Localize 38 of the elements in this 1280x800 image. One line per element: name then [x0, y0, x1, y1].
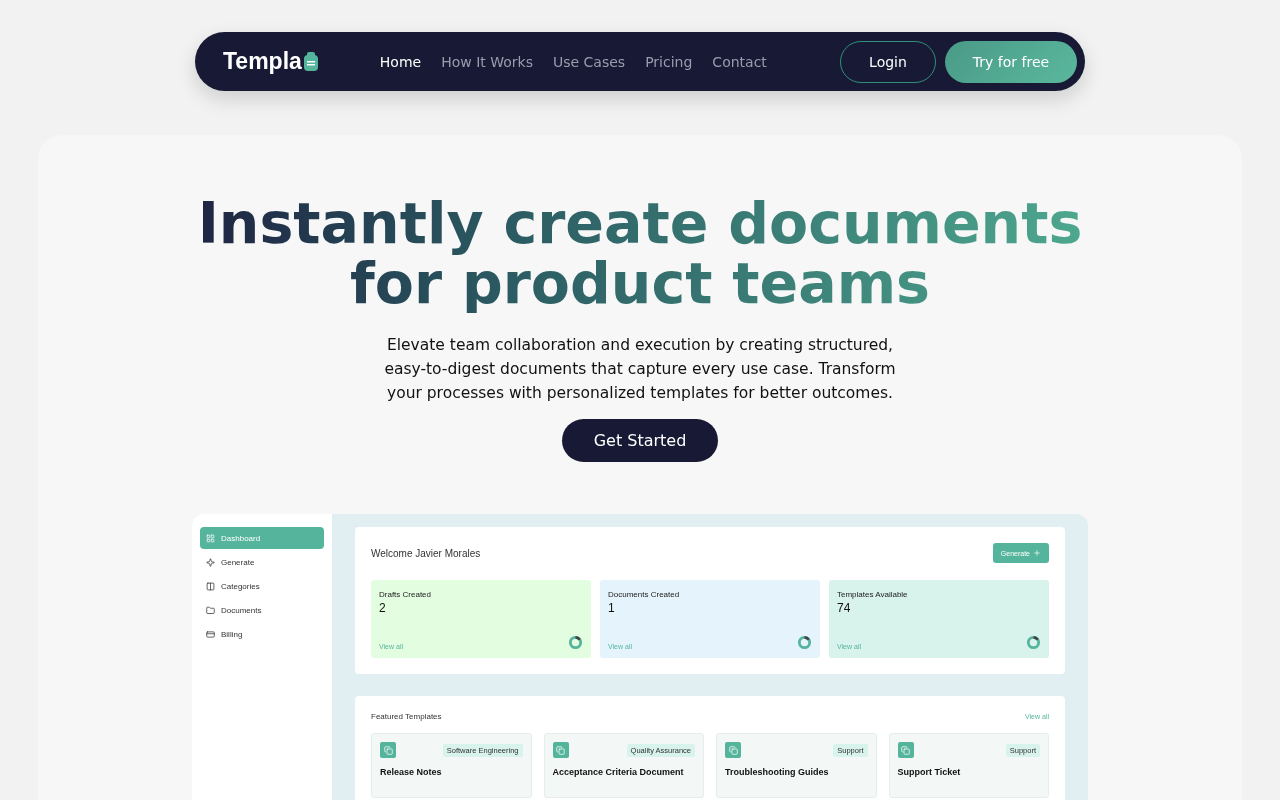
- copy-icon: [380, 742, 396, 758]
- ring-icon: [568, 635, 583, 650]
- nav-link[interactable]: Home: [379, 53, 422, 70]
- sidebar-item[interactable]: Categories: [200, 575, 324, 597]
- columns-icon: [206, 581, 215, 591]
- stat-label: Templates Available: [837, 590, 909, 599]
- welcome-text: Welcome Javier Morales: [371, 547, 481, 559]
- stat-label: Documents Created: [608, 590, 681, 599]
- sidebar-item[interactable]: Documents: [200, 599, 324, 621]
- stat-label: Drafts Created: [379, 590, 433, 599]
- nav-link[interactable]: Contact: [712, 53, 767, 70]
- ring-icon: [1026, 635, 1041, 650]
- card-icon: [206, 629, 215, 639]
- sidebar-item[interactable]: Generate: [200, 551, 324, 573]
- template-title: Support Ticket: [897, 767, 962, 777]
- stat-value: 1: [608, 601, 616, 615]
- folder-icon: [206, 605, 215, 615]
- plus-icon: [1033, 549, 1041, 557]
- nav-link[interactable]: How It Works: [441, 53, 533, 70]
- stat-value: 74: [837, 601, 852, 615]
- grid-icon: [206, 533, 215, 543]
- logo-text: Templa: [223, 48, 302, 75]
- sparkle-icon: [206, 557, 215, 567]
- nav-link[interactable]: Use Cases: [553, 53, 626, 70]
- nav-link[interactable]: Pricing: [645, 53, 693, 70]
- copy-icon: [897, 742, 914, 758]
- template-title: Troubleshooting Guides: [725, 767, 830, 777]
- section-title: Featured Templates: [371, 712, 442, 721]
- logo-icon: [303, 52, 318, 71]
- ring-icon: [797, 635, 812, 650]
- sidebar-item[interactable]: Billing: [200, 623, 324, 645]
- copy-icon: [552, 742, 569, 758]
- get-started-button[interactable]: Get Started: [562, 419, 718, 462]
- template-title: Release Notes: [380, 767, 443, 777]
- hero-description: Elevate team collaboration and execution by creating structured, easy-to-digest documents that capture every use case. Transform your processes with personalized templates for better outcomes.: [383, 335, 897, 404]
- stat-value: 2: [379, 601, 387, 615]
- template-title: Acceptance Criteria Document: [552, 767, 685, 777]
- copy-icon: [725, 742, 741, 758]
